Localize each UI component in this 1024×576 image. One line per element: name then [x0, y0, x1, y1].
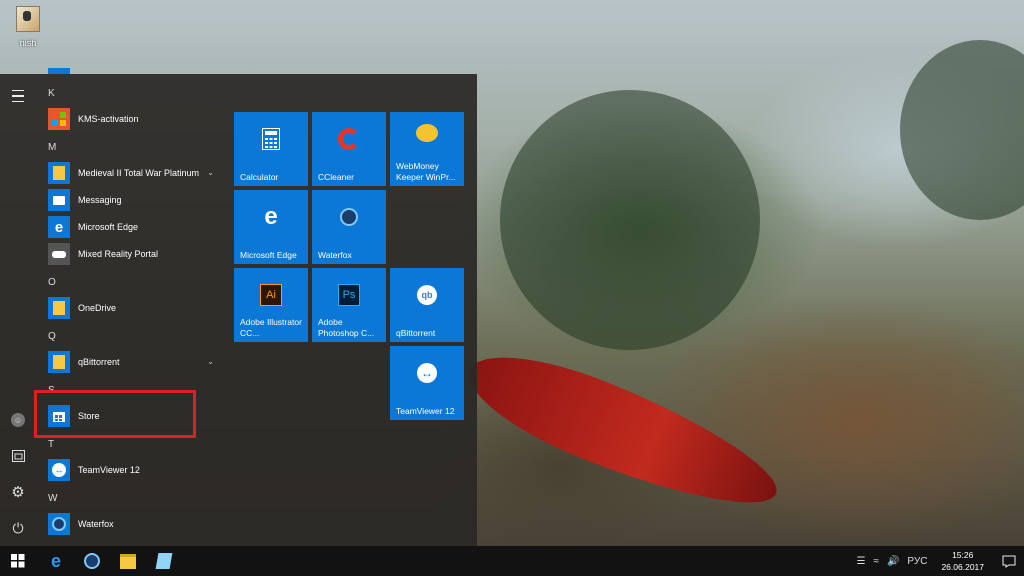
- vr-headset-icon: [48, 243, 70, 265]
- volume-icon[interactable]: 🔊: [887, 556, 899, 567]
- app-label: OneDrive: [78, 303, 117, 313]
- kms-icon: [48, 108, 70, 130]
- app-mixed-reality-portal[interactable]: Mixed Reality Portal: [48, 242, 228, 266]
- app-label: Messaging: [78, 195, 122, 205]
- tile-label: TeamViewer 12: [396, 405, 455, 416]
- app-microsoft-edge[interactable]: e Microsoft Edge: [48, 215, 228, 239]
- illustrator-icon: Ai: [258, 282, 284, 308]
- tile-label: Adobe Illustrator CC...: [240, 317, 302, 338]
- wifi-icon[interactable]: ≈: [873, 556, 879, 567]
- app-messaging[interactable]: Messaging: [48, 188, 228, 212]
- chevron-down-icon[interactable]: ⌄: [207, 357, 214, 366]
- tile-qbittorrent[interactable]: qb qBittorrent: [390, 268, 464, 342]
- section-letter-t[interactable]: T: [48, 439, 54, 450]
- tile-adobe-illustrator[interactable]: Ai Adobe Illustrator CC...: [234, 268, 308, 342]
- app-medieval-ii[interactable]: Medieval II Total War Platinum ⌄: [48, 161, 228, 185]
- edge-icon: e: [264, 203, 278, 230]
- power-icon[interactable]: ⏻: [6, 516, 30, 540]
- notification-center-icon[interactable]: [994, 546, 1024, 576]
- calculator-icon: [258, 126, 284, 152]
- chevron-down-icon[interactable]: ⌄: [207, 168, 214, 177]
- section-letter-m[interactable]: M: [48, 142, 56, 153]
- tile-label: CCleaner: [318, 171, 354, 182]
- clock-date: 26.06.2017: [941, 562, 984, 572]
- app-kms-activation[interactable]: KMS-activation: [48, 107, 228, 131]
- message-icon: [48, 189, 70, 211]
- tile-label: qBittorrent: [396, 327, 436, 338]
- app-label: qBittorrent: [78, 357, 120, 367]
- language-indicator[interactable]: РУС: [907, 556, 927, 567]
- documents-icon[interactable]: [6, 444, 30, 468]
- notepad-icon[interactable]: [146, 546, 182, 576]
- edge-icon: e: [48, 216, 70, 238]
- app-label: Store: [78, 411, 100, 421]
- tile-label: Waterfox: [318, 249, 352, 260]
- photoshop-icon: Ps: [336, 282, 362, 308]
- file-explorer-icon[interactable]: [110, 546, 146, 576]
- teamviewer-icon: ↔: [48, 459, 70, 481]
- wallpaper-tree: [500, 90, 760, 350]
- app-list: K KMS-activation M Medieval II Total War…: [40, 68, 230, 546]
- desktop-shortcut-label: nish: [19, 38, 37, 48]
- list-item-cut: [48, 66, 228, 74]
- network-icon[interactable]: ☰: [857, 556, 866, 567]
- windows-start-icon[interactable]: [0, 546, 36, 576]
- app-label: Medieval II Total War Platinum: [78, 168, 200, 178]
- app-label: Microsoft Edge: [78, 222, 139, 232]
- section-letter-q[interactable]: Q: [48, 331, 56, 342]
- tile-label: Adobe Photoshop C...: [318, 317, 375, 338]
- tile-microsoft-edge[interactable]: e Microsoft Edge: [234, 190, 308, 264]
- user-image-icon: [16, 6, 40, 32]
- tile-label: Microsoft Edge: [240, 249, 297, 260]
- waterfox-icon[interactable]: [74, 546, 110, 576]
- folder-icon: [48, 351, 70, 373]
- section-letter-k[interactable]: K: [48, 88, 55, 99]
- section-letter-o[interactable]: O: [48, 277, 56, 288]
- gear-icon[interactable]: ⚙: [6, 480, 30, 504]
- app-label: KMS-activation: [78, 114, 139, 124]
- app-waterfox[interactable]: Waterfox: [48, 512, 228, 536]
- app-label: Mixed Reality Portal: [78, 249, 159, 259]
- wallpaper-tree: [900, 40, 1024, 220]
- app-store[interactable]: Store: [48, 404, 228, 428]
- store-icon: [48, 405, 70, 427]
- waterfox-icon: [336, 204, 362, 230]
- app-label: TeamViewer 12: [78, 465, 140, 475]
- desktop-shortcut-nish[interactable]: nish: [12, 6, 44, 48]
- tile-teamviewer[interactable]: ↔ TeamViewer 12: [390, 346, 464, 420]
- teamviewer-icon: ↔: [414, 360, 440, 386]
- app-onedrive[interactable]: OneDrive: [48, 296, 228, 320]
- start-menu-rail: ☺ ⚙ ⏻: [0, 74, 36, 546]
- tile-waterfox[interactable]: Waterfox: [312, 190, 386, 264]
- app-label: Waterfox: [78, 519, 114, 529]
- app-qbittorrent[interactable]: qBittorrent ⌄: [48, 350, 228, 374]
- clock-time: 15:26: [952, 550, 974, 560]
- hamburger-icon[interactable]: [6, 84, 30, 108]
- taskbar: e ☰ ≈ 🔊 РУС 15:26 26.06.2017: [0, 546, 1024, 576]
- tile-adobe-photoshop[interactable]: Ps Adobe Photoshop C...: [312, 268, 386, 342]
- clock[interactable]: 15:26 26.06.2017: [941, 549, 984, 573]
- tile-ccleaner[interactable]: CCleaner: [312, 112, 386, 186]
- tile-webmoney[interactable]: WebMoney Keeper WinPr...: [390, 112, 464, 186]
- user-avatar-icon[interactable]: ☺: [6, 408, 30, 432]
- tile-label: WebMoney Keeper WinPr...: [396, 161, 456, 182]
- folder-icon: [48, 162, 70, 184]
- wallpaper-parrot-tail: [455, 332, 791, 531]
- app-teamviewer[interactable]: ↔ TeamViewer 12: [48, 458, 228, 482]
- system-tray: ☰ ≈ 🔊 РУС 15:26 26.06.2017: [853, 546, 1024, 576]
- section-letter-s[interactable]: S: [48, 385, 55, 396]
- tile-calculator[interactable]: Calculator: [234, 112, 308, 186]
- edge-icon[interactable]: e: [38, 546, 74, 576]
- waterfox-icon: [48, 513, 70, 535]
- qbittorrent-icon: qb: [414, 282, 440, 308]
- start-menu: ☺ ⚙ ⏻ K KMS-activation M Medieval II Tot…: [0, 68, 477, 546]
- ccleaner-icon: [336, 126, 362, 152]
- webmoney-icon: [414, 120, 440, 146]
- section-letter-w[interactable]: W: [48, 493, 57, 504]
- tile-label: Calculator: [240, 171, 279, 182]
- folder-icon: [48, 297, 70, 319]
